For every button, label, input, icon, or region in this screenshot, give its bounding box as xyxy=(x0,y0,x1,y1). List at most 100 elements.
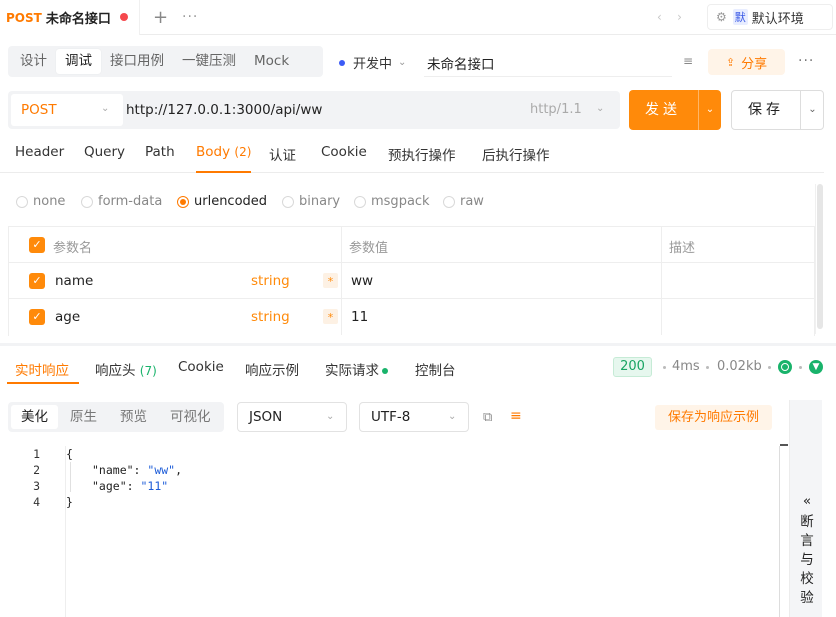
copy-icon[interactable]: ⧉ xyxy=(483,410,492,425)
view-raw[interactable]: 原生 xyxy=(60,405,107,429)
indent-guide xyxy=(70,462,71,492)
save-dropdown-icon[interactable]: ⌄ xyxy=(801,91,824,129)
save-as-example-button[interactable]: 保存为响应示例 xyxy=(655,405,772,430)
http-version-select[interactable]: http/1.1 xyxy=(530,102,582,117)
tab-path[interactable]: Path xyxy=(145,144,175,173)
share-button[interactable]: ⇪ 分享 xyxy=(708,49,785,75)
tab-response-cookie[interactable]: Cookie xyxy=(178,359,224,375)
response-tabs: 实时响应 响应头 (7) Cookie 响应示例 实际请求 控制台 xyxy=(0,348,836,384)
line-number: 4 xyxy=(33,495,40,509)
environment-select[interactable]: ⚙ 默 默认环境 xyxy=(707,4,833,30)
more-options-button[interactable]: ··· xyxy=(798,53,814,69)
radio-checked-icon xyxy=(177,195,189,208)
radio-icon xyxy=(81,195,93,208)
tab-bar: POST 未命名接口 + ··· ‹ › ⚙ 默 默认环境 xyxy=(0,0,836,35)
scrollbar-thumb[interactable] xyxy=(817,184,823,329)
row-checkbox[interactable]: ✓ xyxy=(29,309,45,325)
chevron-right-icon[interactable]: › xyxy=(677,10,682,24)
table-row: ✓ age string * 11 xyxy=(9,298,814,335)
json-key: "age" xyxy=(92,479,127,493)
status-dot-icon xyxy=(339,59,345,66)
status-select[interactable]: 开发中 ⌄ xyxy=(339,53,406,72)
view-visualize[interactable]: 可视化 xyxy=(160,405,221,429)
api-name-underline xyxy=(424,76,672,77)
tab-response-example[interactable]: 响应示例 xyxy=(245,359,299,379)
body-type-msgpack[interactable]: msgpack xyxy=(354,194,430,209)
mode-cases[interactable]: 接口用例 xyxy=(101,49,173,74)
api-name-input[interactable]: 未命名接口 xyxy=(427,53,495,73)
save-label: 保存 xyxy=(748,102,784,118)
mode-mock[interactable]: Mock xyxy=(245,49,298,74)
param-value-input[interactable]: 11 xyxy=(351,309,368,325)
body-type-form-data[interactable]: form-data xyxy=(81,194,162,209)
row-checkbox[interactable]: ✓ xyxy=(29,273,45,289)
encoding-select[interactable]: UTF-8 ⌄ xyxy=(359,402,469,432)
body-type-none[interactable]: none xyxy=(16,194,65,209)
param-value-input[interactable]: ww xyxy=(351,273,373,289)
encoding-value: UTF-8 xyxy=(371,409,411,425)
mode-debug[interactable]: 调试 xyxy=(56,49,101,74)
tab-console[interactable]: 控制台 xyxy=(415,359,456,379)
radio-icon xyxy=(443,195,455,208)
code-scrollbar[interactable] xyxy=(779,446,780,617)
format-value: JSON xyxy=(249,409,283,425)
select-all-checkbox[interactable]: ✓ xyxy=(29,237,45,253)
tab-pre-script[interactable]: 预执行操作 xyxy=(388,144,456,173)
line-number: 3 xyxy=(33,479,40,493)
tab-response-headers-label: 响应头 xyxy=(95,363,136,379)
tab-auth[interactable]: 认证 xyxy=(269,144,296,173)
required-toggle[interactable]: * xyxy=(323,273,338,288)
chevron-down-icon: ⌄ xyxy=(101,103,110,114)
body-type-raw[interactable]: raw xyxy=(443,194,484,209)
view-pretty[interactable]: 美化 xyxy=(11,405,58,429)
add-tab-button[interactable]: + xyxy=(153,7,168,28)
tab-body[interactable]: Body (2) xyxy=(196,144,252,173)
tab-actual-request[interactable]: 实际请求 xyxy=(325,359,388,379)
method-select[interactable]: POST ⌄ xyxy=(11,94,123,126)
response-size: 0.02kb xyxy=(717,359,762,374)
line-number: 2 xyxy=(33,463,40,477)
edit-format-icon[interactable]: ≡ xyxy=(683,54,693,68)
body-type-urlencoded[interactable]: urlencoded xyxy=(177,194,267,209)
tab-more-button[interactable]: ··· xyxy=(182,9,198,25)
format-select[interactable]: JSON ⌄ xyxy=(237,402,347,432)
download-icon[interactable]: ▼ xyxy=(809,360,823,374)
request-tab[interactable]: POST 未命名接口 xyxy=(0,0,140,35)
mode-design[interactable]: 设计 xyxy=(11,49,56,74)
param-type-select[interactable]: string xyxy=(251,273,290,289)
unsaved-dot-icon[interactable] xyxy=(120,13,128,21)
tab-query[interactable]: Query xyxy=(84,144,125,173)
body-type-label: binary xyxy=(299,194,341,209)
active-tab-indicator xyxy=(7,382,79,384)
panel-splitter[interactable] xyxy=(0,343,836,346)
tab-post-script[interactable]: 后执行操作 xyxy=(482,144,550,173)
view-preview[interactable]: 预览 xyxy=(110,405,157,429)
double-chevron-left-icon: « xyxy=(802,493,812,509)
tab-name: 未命名接口 xyxy=(45,12,111,27)
param-name-input[interactable]: name xyxy=(55,273,93,289)
tab-response-headers[interactable]: 响应头 (7) xyxy=(95,359,157,379)
tab-nav-arrows[interactable]: ‹ › xyxy=(657,10,682,24)
wrap-lines-icon[interactable]: ≡ xyxy=(510,408,522,424)
tab-live-response[interactable]: 实时响应 xyxy=(15,359,69,379)
assertion-panel-label[interactable]: « 断言与校验 xyxy=(797,492,817,608)
radio-icon xyxy=(16,195,28,208)
send-button[interactable]: 发送 ⌄ xyxy=(629,90,721,130)
status-label: 开发中 xyxy=(353,57,393,72)
tab-header[interactable]: Header xyxy=(15,144,64,173)
save-button[interactable]: 保存 ⌄ xyxy=(731,90,824,130)
param-type-select[interactable]: string xyxy=(251,309,290,325)
send-dropdown-icon[interactable]: ⌄ xyxy=(699,90,721,130)
body-type-binary[interactable]: binary xyxy=(282,194,340,209)
params-scrollbar[interactable] xyxy=(815,184,823,334)
mode-stress-test[interactable]: 一键压测 xyxy=(173,49,245,74)
url-input[interactable]: http://127.0.0.1:3000/api/ww xyxy=(126,102,322,118)
chevron-left-icon[interactable]: ‹ xyxy=(657,10,662,24)
param-name-input[interactable]: age xyxy=(55,309,80,325)
required-toggle[interactable]: * xyxy=(323,309,338,324)
col-desc-header: 描述 xyxy=(669,241,696,256)
environment-badge: 默 xyxy=(732,9,748,25)
globe-icon[interactable] xyxy=(778,360,792,374)
table-row: ✓ name string * ww xyxy=(9,262,814,299)
tab-cookie[interactable]: Cookie xyxy=(321,144,367,173)
